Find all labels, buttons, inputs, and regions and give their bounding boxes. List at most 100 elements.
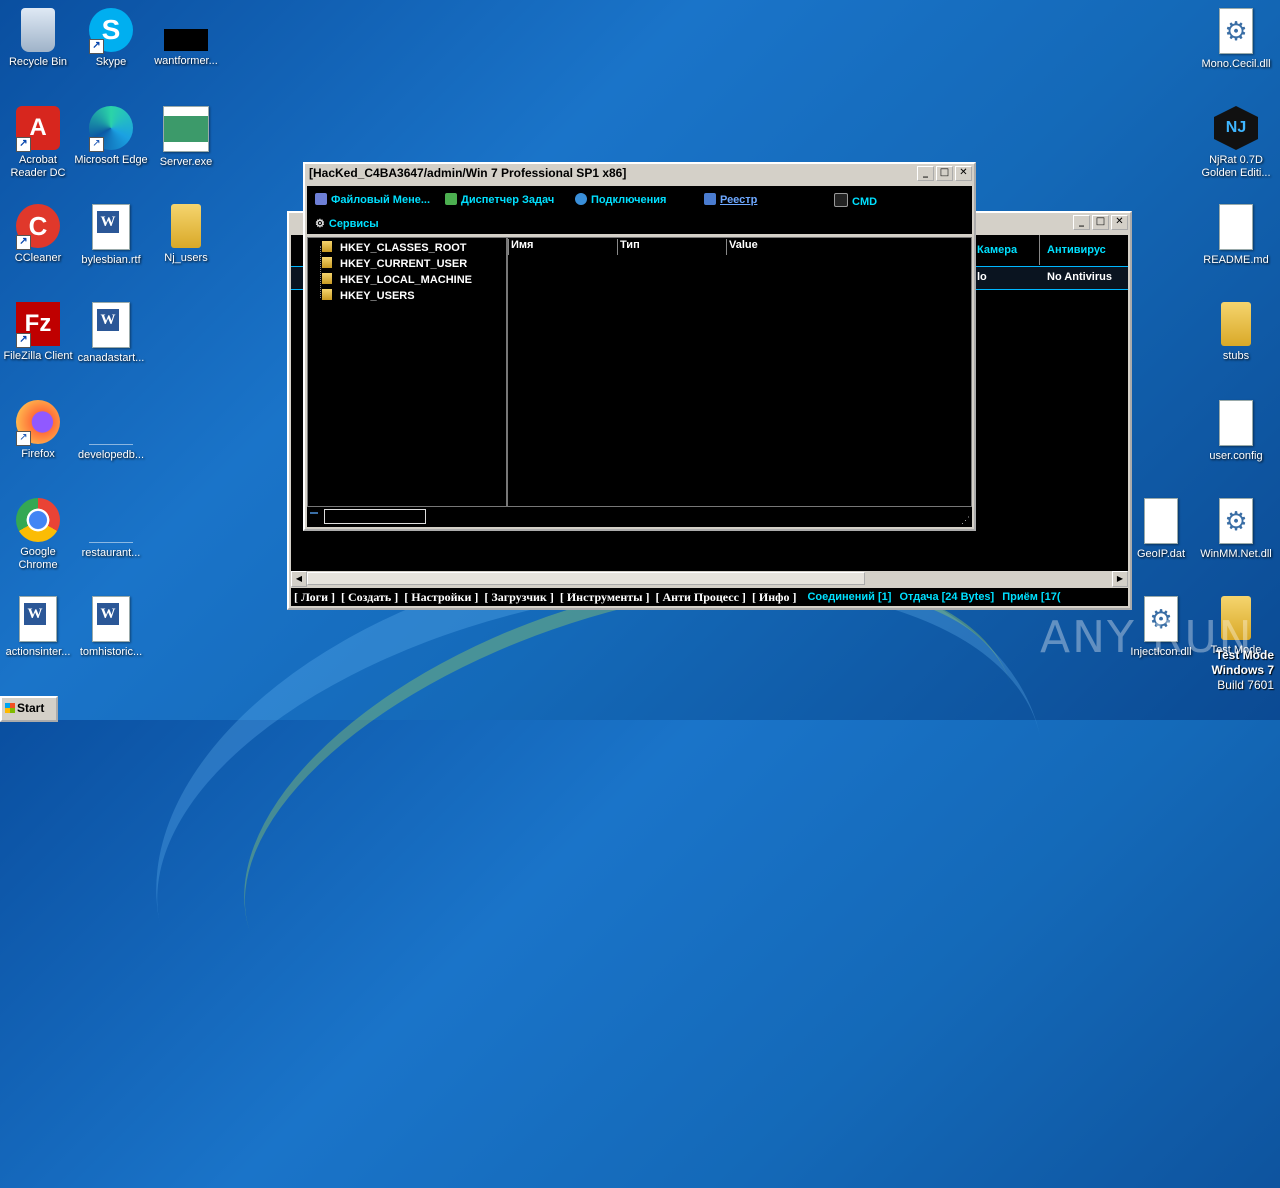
dll-gear-icon: ⚙ <box>1219 498 1253 544</box>
desktop-icon-bylesbian[interactable]: W bylesbian.rtf <box>73 196 149 267</box>
horizontal-scrollbar[interactable]: ◀ ▶ <box>291 571 1128 587</box>
desktop-icon-user-config[interactable]: user.config <box>1198 392 1274 463</box>
tool-cmd[interactable]: CMD <box>834 193 877 208</box>
file-manager-icon <box>315 193 327 205</box>
firefox-icon: ↗ <box>16 400 60 446</box>
word-document-icon: W <box>92 204 130 250</box>
menu-tools[interactable]: [ Инструменты ] <box>560 590 650 605</box>
desktop-icon-tomhistoric[interactable]: W tomhistoric... <box>73 588 149 659</box>
scroll-right-button[interactable]: ▶ <box>1112 571 1128 587</box>
desktop-icon-server-exe[interactable]: Server.exe <box>148 98 224 169</box>
menu-settings[interactable]: [ Настройки ] <box>404 590 478 605</box>
registry-path-bar: ⋰ <box>307 507 972 527</box>
minimize-button[interactable]: _ <box>1073 214 1090 230</box>
desktop-icon-filezilla[interactable]: Fz ↗ FileZilla Client <box>0 294 76 363</box>
desktop-icon-actionsinter[interactable]: W actionsinter... <box>0 588 76 659</box>
resize-grip-icon[interactable]: ⋰ <box>961 515 970 526</box>
desktop-icon-nj-users[interactable]: Nj_users <box>148 196 224 265</box>
tool-task-manager[interactable]: Диспетчер Задач <box>445 193 554 206</box>
desktop-icon-developedb[interactable]: developedb... <box>73 392 149 462</box>
console-icon <box>834 193 848 207</box>
desktop-icon-label: developedb... <box>77 449 145 461</box>
column-header-type[interactable]: Тип <box>617 239 726 255</box>
menu-downloader[interactable]: [ Загрузчик ] <box>484 590 553 605</box>
desktop-icon-stubs[interactable]: stubs <box>1198 294 1274 363</box>
registry-window[interactable]: [HacKed_C4BA3647/admin/Win 7 Professiona… <box>303 162 976 531</box>
desktop-icon-label: GeoIP.dat <box>1136 548 1186 560</box>
folder-icon <box>322 273 332 284</box>
close-button[interactable]: ✕ <box>1111 214 1128 230</box>
maximize-button[interactable]: □ <box>1092 214 1109 230</box>
test-mode-line: Test Mode <box>1215 648 1274 662</box>
blank-document-icon <box>1219 204 1253 250</box>
column-header-antivirus[interactable]: Антивирус <box>1043 235 1129 265</box>
recycle-bin-icon <box>21 8 55 52</box>
desktop-icon-wantformer[interactable]: wantformer... <box>148 0 224 68</box>
folder-icon <box>1221 302 1251 346</box>
desktop-icon-acrobat[interactable]: A ↗ Acrobat Reader DC <box>0 98 76 180</box>
desktop-icon-label: tomhistoric... <box>79 646 143 658</box>
desktop-icon-recycle-bin[interactable]: Recycle Bin <box>0 0 76 69</box>
shortcut-arrow-icon: ↗ <box>16 431 31 446</box>
desktop-icon-label: Server.exe <box>159 156 213 168</box>
desktop-icon-readme[interactable]: README.md <box>1198 196 1274 267</box>
njrat-icon: NJ <box>1214 106 1258 150</box>
menu-anti-process[interactable]: [ Анти Процесс ] <box>656 590 746 605</box>
registry-values-list[interactable]: Имя Тип Value <box>507 237 972 507</box>
tree-node-hku[interactable]: HKEY_USERS <box>322 289 415 302</box>
registry-icon <box>704 193 716 205</box>
blank-document-icon <box>1144 498 1178 544</box>
desktop-icon-edge[interactable]: ↗ Microsoft Edge <box>73 98 149 167</box>
tool-file-manager[interactable]: Файловый Мене... <box>315 193 430 206</box>
start-button[interactable]: Start <box>0 696 58 722</box>
scroll-thumb[interactable] <box>307 572 865 585</box>
tree-node-hkcu[interactable]: HKEY_CURRENT_USER <box>322 257 467 270</box>
tree-node-hklm[interactable]: HKEY_LOCAL_MACHINE <box>322 273 472 286</box>
tree-node-hkcr[interactable]: HKEY_CLASSES_ROOT <box>322 241 467 254</box>
menu-create[interactable]: [ Создать ] <box>341 590 398 605</box>
column-header-name[interactable]: Имя <box>508 239 617 255</box>
desktop-icon-label: Google Chrome <box>18 546 58 571</box>
desktop-icon-label: Firefox <box>21 448 55 460</box>
menu-info[interactable]: [ Инфо ] <box>752 590 797 605</box>
window-title: [HacKed_C4BA3647/admin/Win 7 Professiona… <box>309 166 627 180</box>
tool-connections[interactable]: Подключения <box>575 193 666 206</box>
scroll-left-button[interactable]: ◀ <box>291 571 307 587</box>
desktop-icon-label: WinMM.Net.dll <box>1200 548 1272 560</box>
status-connections: Соединений [1] <box>807 591 892 603</box>
desktop-icon-geoip[interactable]: GeoIP.dat <box>1123 490 1199 561</box>
registry-path-input[interactable] <box>324 509 426 524</box>
desktop-icon-chrome[interactable]: Google Chrome <box>0 490 76 572</box>
desktop-icon-firefox[interactable]: ↗ Firefox <box>0 392 76 461</box>
registry-window-titlebar[interactable]: [HacKed_C4BA3647/admin/Win 7 Professiona… <box>305 164 974 182</box>
desktop-icon-ccleaner[interactable]: C ↗ CCleaner <box>0 196 76 265</box>
blank-document-icon <box>1219 400 1253 446</box>
desktop-icon-njrat[interactable]: NJ NjRat 0.7D Golden Editi... <box>1198 98 1274 180</box>
tool-registry[interactable]: Реестр <box>704 193 757 206</box>
filezilla-icon: Fz ↗ <box>16 302 60 348</box>
desktop-icon-label: Recycle Bin <box>8 56 68 68</box>
skype-icon: S ↗ <box>89 8 133 54</box>
feature-toolbar: Файловый Мене... Диспетчер Задач Подключ… <box>307 186 972 234</box>
exe-file-icon <box>163 106 209 152</box>
cell-camera: lo <box>977 271 987 283</box>
shortcut-arrow-icon: ↗ <box>16 235 31 250</box>
menu-logs[interactable]: [ Логи ] <box>294 590 335 605</box>
column-header-value[interactable]: Value <box>726 239 969 255</box>
close-button[interactable]: ✕ <box>955 165 972 181</box>
desktop-icon-label: stubs <box>1222 350 1250 362</box>
main-menu-statusbar: [ Логи ] [ Создать ] [ Настройки ] [ Заг… <box>291 588 1128 606</box>
desktop-icon-canadastart[interactable]: W canadastart... <box>73 294 149 365</box>
maximize-button[interactable]: □ <box>936 165 953 181</box>
desktop-icon-winmm[interactable]: ⚙ WinMM.Net.dll <box>1198 490 1274 561</box>
tool-services[interactable]: ⚙ Сервисы <box>315 217 379 230</box>
minimize-button[interactable]: _ <box>917 165 934 181</box>
desktop-icon-mono-cecil[interactable]: ⚙ Mono.Cecil.dll <box>1198 0 1274 71</box>
status-received: Приём [17( <box>1002 591 1061 603</box>
column-header-camera[interactable]: Камера <box>973 235 1040 265</box>
dll-gear-icon: ⚙ <box>1219 8 1253 54</box>
folder-icon <box>171 204 201 248</box>
desktop-icon-label: user.config <box>1209 450 1263 462</box>
desktop-icon-skype[interactable]: S ↗ Skype <box>73 0 149 69</box>
desktop-icon-restaurant[interactable]: restaurant... <box>73 490 149 560</box>
